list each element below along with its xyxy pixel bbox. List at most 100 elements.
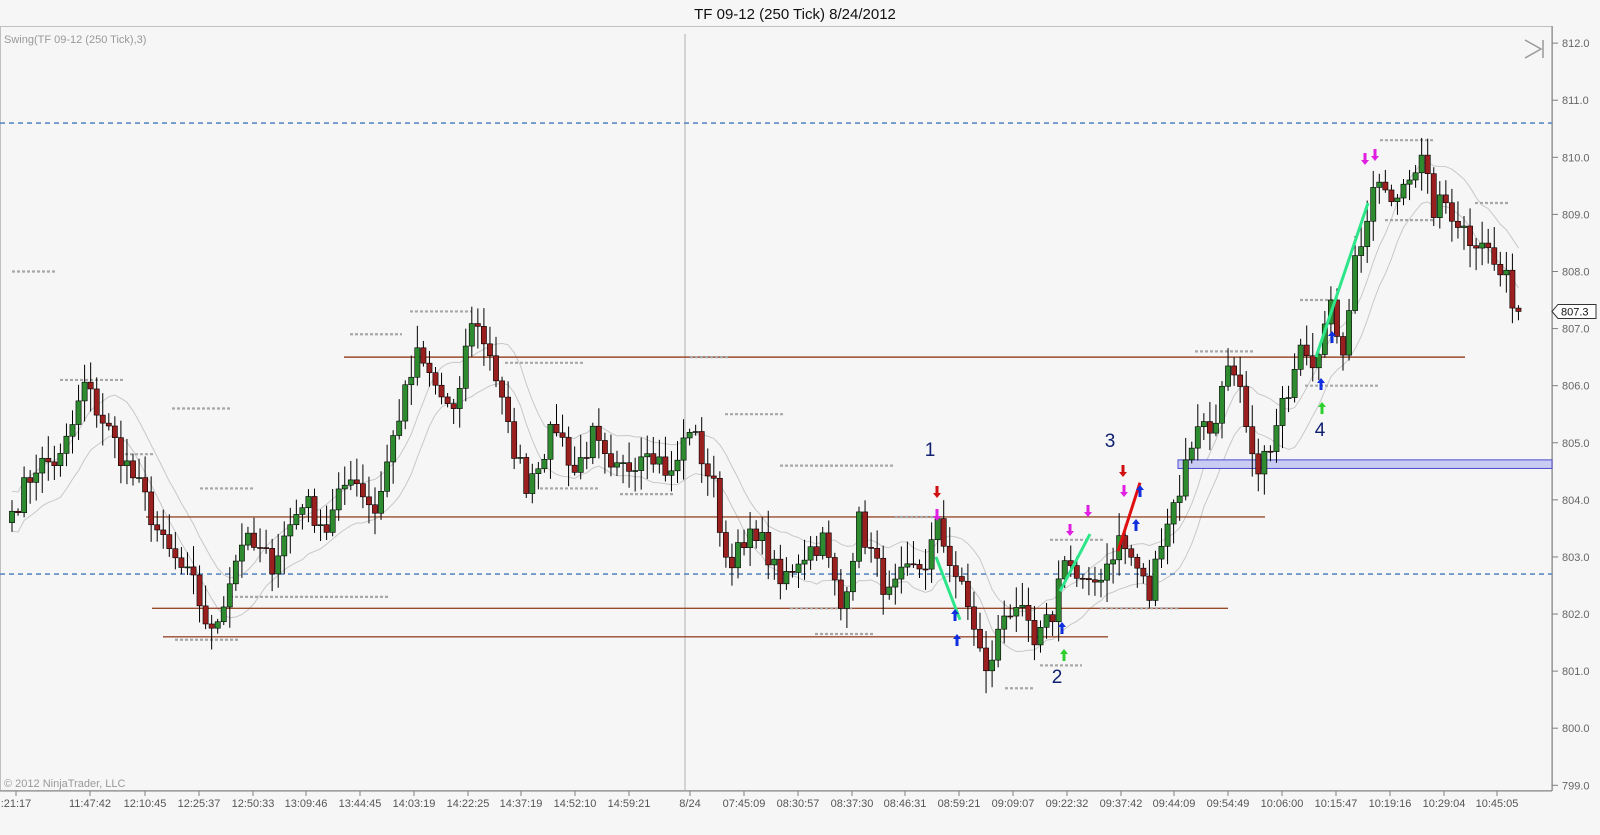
candle-body (281, 535, 288, 557)
x-tick-label: 12:25:37 (178, 798, 221, 810)
candle-body (347, 479, 354, 486)
candle-body (81, 381, 88, 402)
candle-body (559, 432, 566, 438)
shaded-zone (1177, 459, 1553, 469)
candle-body (892, 578, 899, 588)
candle-body (589, 425, 596, 459)
candle-body (474, 323, 481, 327)
x-tick-label: :21:17 (1, 798, 32, 810)
candle-body (402, 384, 409, 422)
candle-body (1098, 579, 1104, 583)
candle-body (541, 459, 548, 470)
candle-body (771, 558, 778, 566)
candle-body (444, 396, 451, 404)
candle-body (87, 381, 94, 390)
x-tick-label: 08:30:57 (777, 798, 820, 810)
candle-body (1376, 181, 1383, 188)
candle-body (462, 345, 469, 389)
candle-body (722, 532, 729, 558)
candle-body (1079, 577, 1086, 580)
x-tick-label: 07:45:09 (723, 798, 766, 810)
x-tick-label: 14:59:21 (608, 798, 651, 810)
candle-body (850, 560, 856, 593)
y-tick-label: 799.0 (1562, 780, 1590, 792)
candle-body (124, 460, 130, 466)
candle-body (1164, 523, 1171, 547)
candle-body (946, 545, 953, 566)
candle-body (807, 546, 814, 561)
candle-body (535, 468, 542, 474)
candle-body (305, 496, 312, 509)
swing-annotation-label: 1 (925, 440, 936, 461)
x-tick-label: 10:06:00 (1261, 798, 1304, 810)
candle-body (118, 437, 124, 466)
x-tick-label: 09:44:09 (1153, 798, 1196, 810)
candle-body (432, 372, 439, 386)
candle-body (608, 453, 614, 468)
x-tick-label: 8/24 (679, 798, 700, 810)
candle-body (819, 532, 826, 556)
candle-body (801, 559, 808, 565)
candle (1152, 550, 1159, 607)
candle-body (741, 542, 747, 549)
candle-body (1491, 247, 1498, 265)
candle-body (378, 490, 384, 514)
candle-body (359, 483, 366, 498)
x-tick-label: 14:22:25 (447, 798, 490, 810)
candle-body (160, 529, 167, 535)
candle-body (1400, 183, 1407, 199)
candle-body (1303, 344, 1310, 357)
x-tick-label: 13:09:46 (285, 798, 328, 810)
candle-body (1291, 369, 1298, 398)
candle-body (1449, 202, 1455, 222)
candle-body (1031, 620, 1038, 646)
candle-body (577, 457, 584, 473)
candle-body (202, 605, 209, 625)
candle-body (765, 532, 772, 566)
candle-body (232, 560, 239, 585)
candle-body (910, 563, 917, 566)
candle-body (220, 606, 227, 623)
candle-body (1231, 365, 1237, 376)
candle-body (269, 548, 276, 575)
candle-body (299, 507, 306, 515)
candle-body (9, 510, 15, 523)
candle-body (952, 565, 959, 577)
candle-body (1170, 502, 1177, 525)
candle-body (650, 453, 657, 465)
candle-body (239, 544, 245, 562)
candle-body (505, 396, 511, 422)
candle-body (1394, 197, 1401, 202)
candle-body (15, 510, 21, 513)
candle-body (1073, 565, 1080, 579)
x-tick-label: 08:59:21 (938, 798, 981, 810)
y-tick-label: 801.0 (1562, 666, 1590, 678)
candle-body (148, 491, 155, 526)
candle-body (813, 546, 820, 556)
candle-body (1213, 422, 1219, 434)
candle-body (595, 425, 602, 441)
candle-body (99, 414, 106, 424)
candle-body (208, 623, 215, 629)
candle-body (293, 514, 300, 526)
candle-body (989, 659, 995, 672)
candle-body (1110, 559, 1116, 565)
candle-body (934, 518, 941, 540)
candle-body (1152, 558, 1159, 601)
candle-body (1007, 615, 1014, 618)
candle-body (692, 431, 699, 433)
candle-body (529, 473, 536, 494)
candle-body (1364, 220, 1371, 247)
candle (1430, 167, 1437, 227)
candle-body (620, 462, 626, 464)
candle-body (571, 464, 578, 473)
candle-body (27, 477, 34, 483)
y-tick-label: 809.0 (1562, 209, 1590, 221)
candle-body (366, 496, 372, 506)
candle-body (662, 456, 669, 476)
candle-body (1037, 626, 1044, 646)
candle-body (214, 621, 221, 629)
swing-annotation-label: 2 (1052, 667, 1063, 688)
candle-body (1243, 386, 1250, 427)
candle-body (729, 556, 735, 569)
